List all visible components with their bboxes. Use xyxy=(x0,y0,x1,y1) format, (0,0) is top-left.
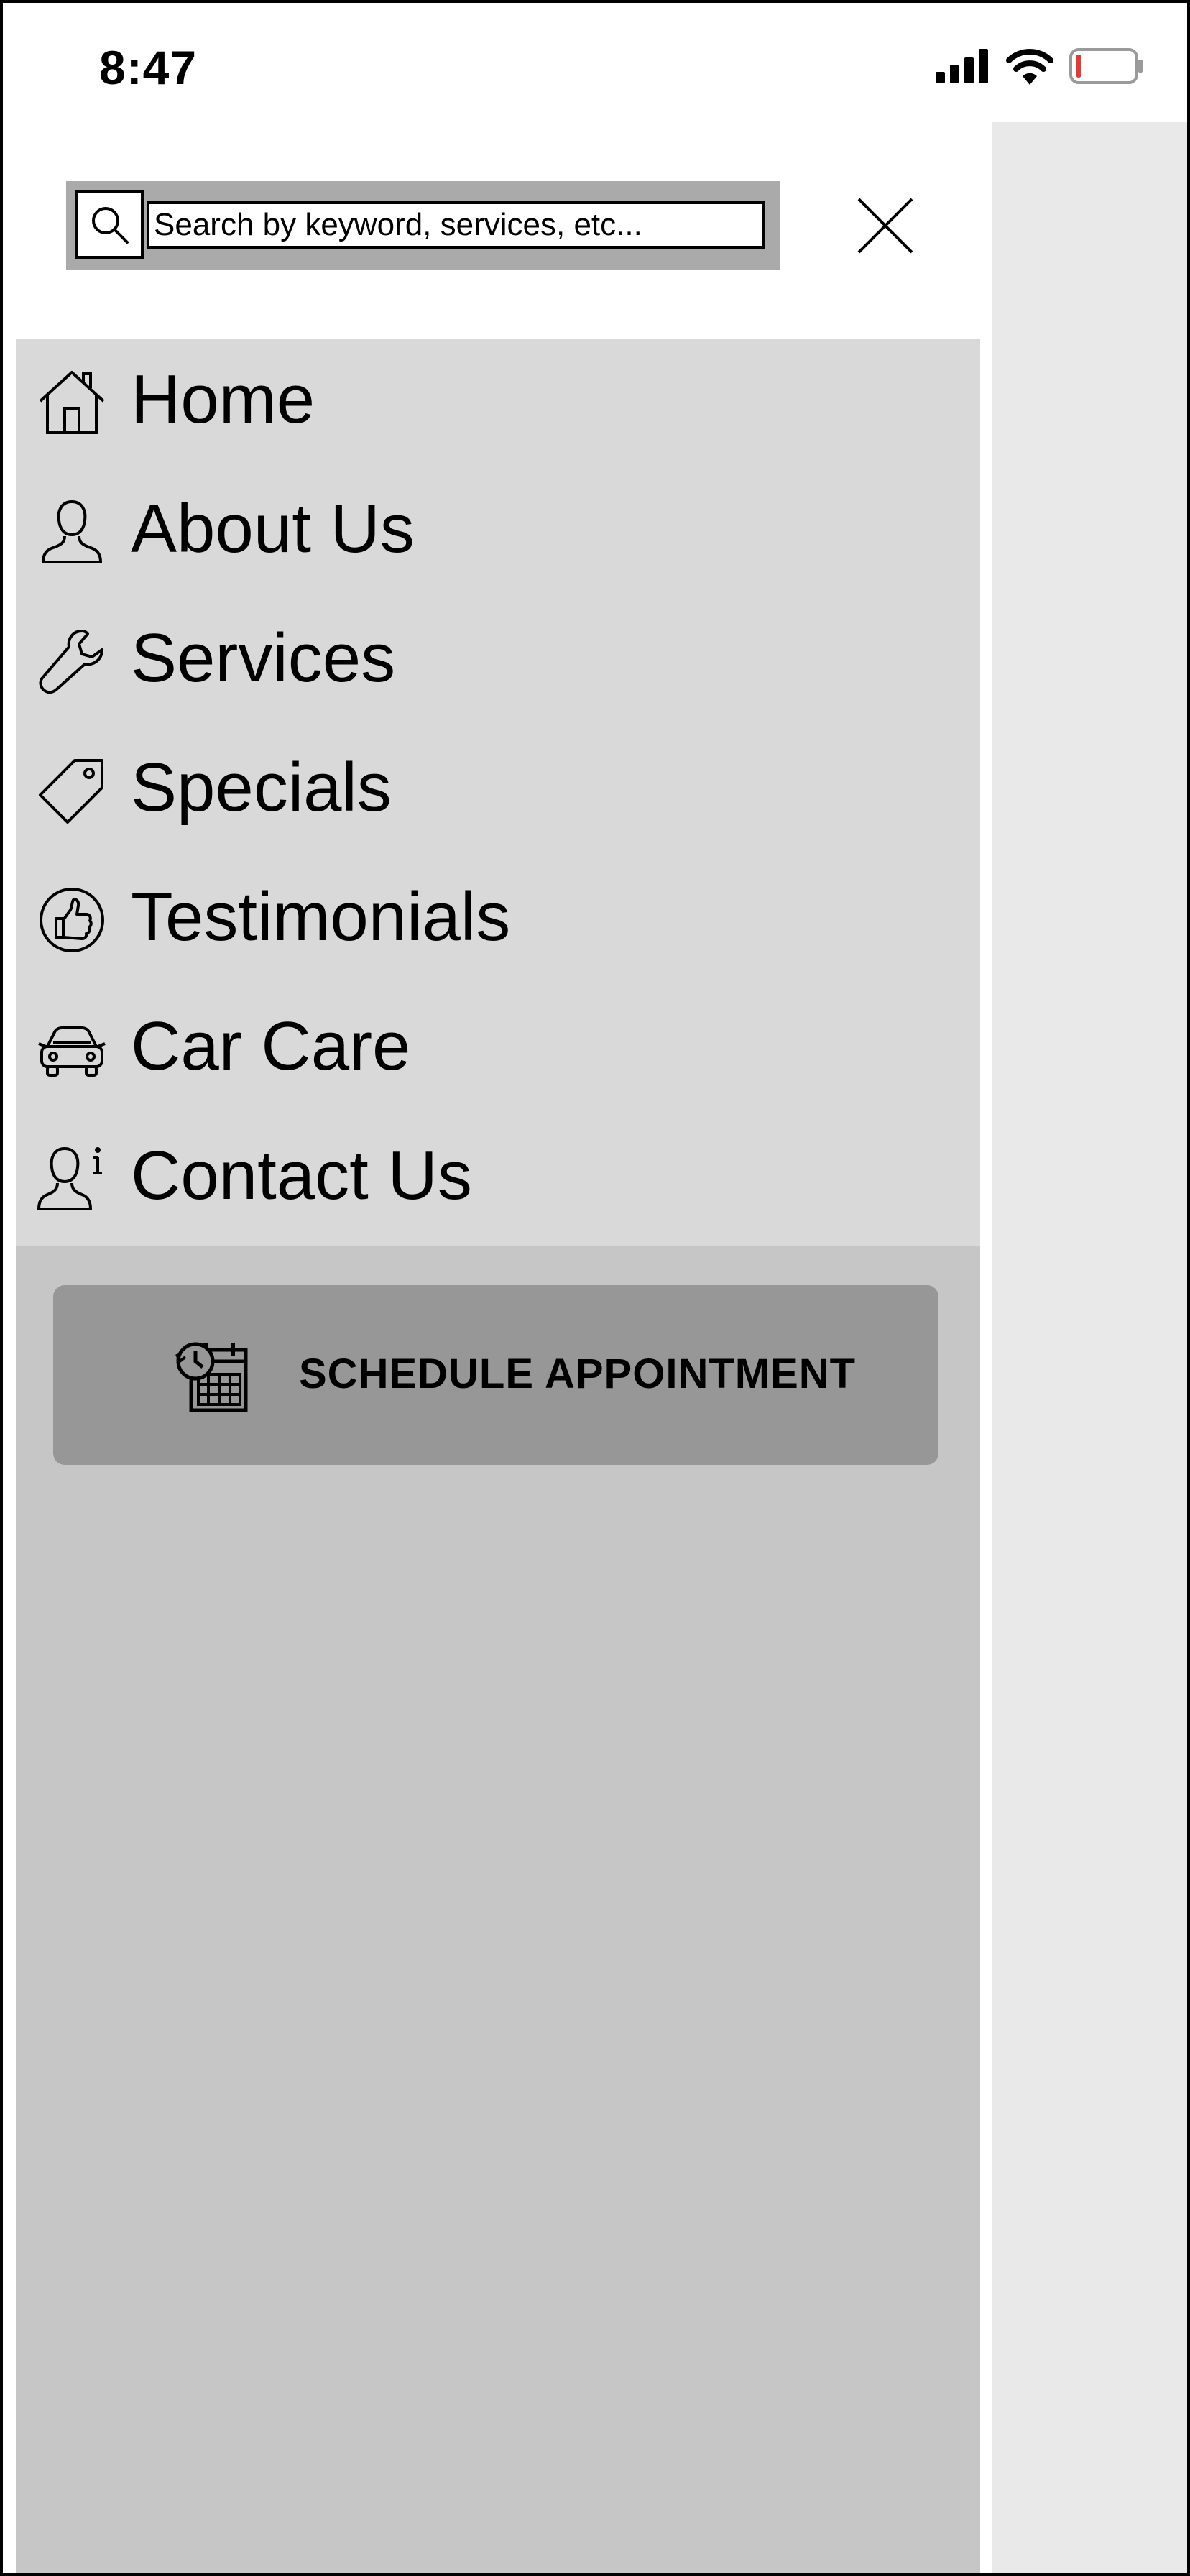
search-bar xyxy=(66,181,780,270)
close-icon xyxy=(857,198,913,254)
page-backdrop[interactable] xyxy=(992,122,1187,2573)
person-icon xyxy=(41,500,103,564)
close-button[interactable] xyxy=(852,193,918,259)
nav-label-home: Home xyxy=(131,361,315,438)
nav-item-testimonials[interactable]: Testimonials xyxy=(16,857,980,986)
battery-icon xyxy=(1069,48,1143,84)
home-icon xyxy=(39,371,105,434)
status-time: 8:47 xyxy=(99,41,198,94)
nav-menu: Home About Us Services Specials Testimon… xyxy=(16,339,980,1246)
person-info-icon xyxy=(37,1146,102,1210)
status-bar: 8:47 xyxy=(3,3,1187,125)
wifi-icon xyxy=(1006,49,1053,85)
search-button[interactable] xyxy=(75,190,144,259)
nav-label-car-care: Car Care xyxy=(131,1008,411,1085)
nav-item-contact-us[interactable]: Contact Us xyxy=(16,1116,980,1245)
nav-label-contact-us: Contact Us xyxy=(131,1137,472,1214)
thumbs-up-icon xyxy=(40,888,104,952)
search-input[interactable] xyxy=(147,201,765,249)
signal-icon xyxy=(936,49,988,83)
nav-item-about-us[interactable]: About Us xyxy=(16,469,980,598)
nav-label-testimonials: Testimonials xyxy=(131,878,511,955)
nav-label-about-us: About Us xyxy=(131,490,415,567)
calendar-clock-icon xyxy=(175,1342,248,1412)
tag-icon xyxy=(39,759,103,824)
status-icons xyxy=(936,47,1144,85)
phone-screen: 8:47 Search by keyword, services, etc...… xyxy=(0,0,1190,2576)
wrench-icon xyxy=(39,630,103,694)
nav-item-home[interactable]: Home xyxy=(16,339,980,469)
search-icon xyxy=(92,207,129,244)
car-icon xyxy=(38,1026,106,1077)
nav-item-services[interactable]: Services xyxy=(16,598,980,727)
drawer-lower-panel: SCHEDULE APPOINTMENT xyxy=(16,1246,980,2573)
schedule-appointment-button[interactable]: SCHEDULE APPOINTMENT xyxy=(53,1285,938,1465)
nav-label-specials: Specials xyxy=(131,749,392,826)
navigation-drawer: Home About Us Services Sp xyxy=(3,122,992,2573)
nav-item-car-care[interactable]: Car Care xyxy=(16,986,980,1116)
schedule-appointment-label: SCHEDULE APPOINTMENT xyxy=(299,1351,857,1397)
nav-item-specials[interactable]: Specials xyxy=(16,727,980,857)
nav-label-services: Services xyxy=(131,620,396,696)
